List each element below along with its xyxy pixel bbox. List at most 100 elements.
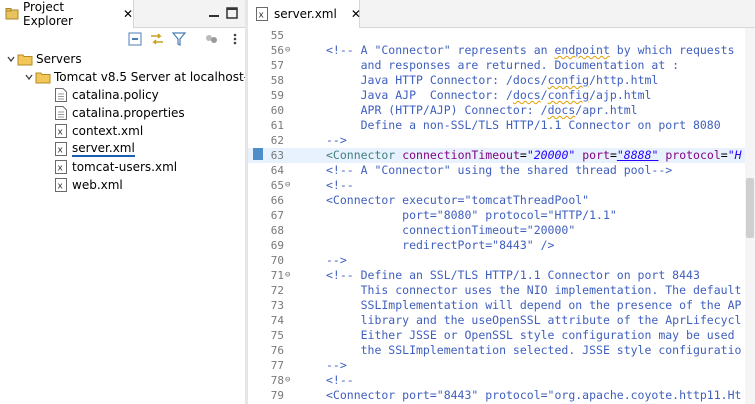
tree-item-label: context.xml <box>72 124 144 138</box>
file-icon <box>53 87 69 103</box>
folder-icon <box>17 51 33 67</box>
code-line[interactable]: 67 port="8080" protocol="HTTP/1.1" <box>248 208 755 223</box>
fold-toggle-icon[interactable]: ⊖ <box>285 373 295 388</box>
tree-item[interactable]: catalina.policy <box>41 86 159 104</box>
code-line[interactable]: 68 connectionTimeout="20000" <box>248 223 755 238</box>
code-line[interactable]: 79 <Connector port="8443" protocol="org.a… <box>248 388 755 403</box>
code-line[interactable]: 57 and responses are returned. Documenta… <box>248 58 755 73</box>
tree-item[interactable]: catalina.properties <box>41 104 185 122</box>
svg-text:x: x <box>259 11 265 21</box>
code-text: <!-- A "Connector" represents an endpoin… <box>326 43 735 57</box>
tree-item[interactable]: x server.xml <box>41 140 135 158</box>
line-number: 64 <box>270 164 284 177</box>
editor-tab-label: server.xml <box>274 7 337 21</box>
code-line[interactable]: 59 Java AJP Connector: /docs/config/ajp.… <box>248 88 755 103</box>
code-line[interactable]: 66 <Connector executor="tomcatThreadPool" <box>248 193 755 208</box>
code-text: and responses are returned. Documentatio… <box>326 58 680 72</box>
collapse-all-icon[interactable] <box>126 30 144 48</box>
xml-file-icon: x <box>53 177 69 193</box>
code-line[interactable]: 56 ⊖ <!-- A "Connector" represents an endp… <box>248 43 755 58</box>
code-text: <Connector executor="tomcatThreadPool" <box>326 193 590 207</box>
code-line[interactable]: 65 ⊖ <!-- <box>248 178 755 193</box>
line-number: 59 <box>270 89 284 102</box>
tree-item[interactable]: x context.xml <box>41 122 143 140</box>
line-number: 72 <box>270 284 284 297</box>
code-text: library and the useOpenSSL attribute of … <box>326 313 742 327</box>
server-status-icon[interactable] <box>202 30 220 48</box>
code-text: <!-- Define an SSL/TLS HTTP/1.1 Connecto… <box>326 268 700 282</box>
editor-tabbar: x server.xml ✕ <box>248 0 755 28</box>
code-line[interactable]: 78 ⊖ <!-- <box>248 373 755 388</box>
filter-icon[interactable] <box>170 30 188 48</box>
code-line[interactable]: 58 Java HTTP Connector: /docs/config/htt… <box>248 73 755 88</box>
chevron-down-icon[interactable] <box>5 50 17 68</box>
code-text: This connector uses the NIO implementati… <box>326 283 742 297</box>
code-line[interactable]: 60 APR (HTTP/AJP) Connector: /docs/apr.h… <box>248 103 755 118</box>
close-tab-icon[interactable]: ✕ <box>123 7 133 21</box>
code-line[interactable]: 69 redirectPort="8443" /> <box>248 238 755 253</box>
fold-toggle-icon[interactable]: ⊖ <box>285 268 295 283</box>
tree-item-label: web.xml <box>72 178 123 192</box>
line-number: 74 <box>270 314 284 327</box>
code-text: connectionTimeout="20000" <box>326 223 576 237</box>
maximize-icon[interactable] <box>224 5 240 21</box>
tab-server-xml[interactable]: x server.xml ✕ <box>248 0 361 28</box>
line-number: 75 <box>270 329 284 342</box>
code-line[interactable]: 73 SSLImplementation will depend on the … <box>248 298 755 313</box>
link-with-editor-icon[interactable] <box>148 30 166 48</box>
line-number: 68 <box>270 224 284 237</box>
code-text: --> <box>326 133 347 147</box>
project-explorer-tabbar: Project Explorer ✕ <box>0 0 245 28</box>
tree-item-label: catalina.properties <box>72 106 185 120</box>
code-editor[interactable]: 55 56 ⊖ <!-- A "Connector" represents an en… <box>248 28 755 404</box>
code-line[interactable]: 76 the SSLImplementation selected. JSSE … <box>248 343 755 358</box>
xml-file-icon: x <box>53 159 69 175</box>
code-line[interactable]: 71 ⊖ <!-- Define an SSL/TLS HTTP/1.1 Conne… <box>248 268 755 283</box>
line-number: 73 <box>270 299 284 312</box>
code-line[interactable]: 77 --> <box>248 358 755 373</box>
tab-project-explorer[interactable]: Project Explorer ✕ <box>0 0 134 28</box>
minimize-icon[interactable] <box>206 5 222 21</box>
line-number: 66 <box>270 194 284 207</box>
tree-item-label: Tomcat v8.5 Server at localhost-con <box>54 70 270 84</box>
code-line[interactable]: 70 --> <box>248 253 755 268</box>
change-marker <box>253 148 263 160</box>
tree-item[interactable]: Servers <box>5 50 82 68</box>
code-line[interactable]: 63 <Connector connectionTimeout="20000" p… <box>248 148 755 163</box>
code-line[interactable]: 74 library and the useOpenSSL attribute … <box>248 313 755 328</box>
tree-item[interactable]: x tomcat-users.xml <box>41 158 177 176</box>
code-text: <Connector connectionTimeout="20000" por… <box>326 148 742 162</box>
fold-toggle-icon[interactable]: ⊖ <box>285 178 295 193</box>
code-line[interactable]: 62 --> <box>248 133 755 148</box>
code-text: --> <box>326 253 347 267</box>
line-number: 78 <box>270 374 284 387</box>
xml-file-icon: x <box>53 123 69 139</box>
code-line[interactable]: 55 <box>248 28 755 43</box>
code-text: port="8080" protocol="HTTP/1.1" <box>326 208 617 222</box>
vertical-scrollbar[interactable] <box>745 28 755 404</box>
code-line[interactable]: 61 Define a non-SSL/TLS HTTP/1.1 Connect… <box>248 118 755 133</box>
fold-toggle-icon[interactable]: ⊖ <box>285 43 295 58</box>
code-text: APR (HTTP/AJP) Connector: /docs/apr.html <box>326 103 638 117</box>
line-number: 79 <box>270 389 284 402</box>
tree-item[interactable]: x web.xml <box>41 176 123 194</box>
line-number: 69 <box>270 239 284 252</box>
code-text: the SSLImplementation selected. JSSE sty… <box>326 343 742 357</box>
code-line[interactable]: 64 <!-- A "Connector" using the shared th… <box>248 163 755 178</box>
code-text: --> <box>326 358 347 372</box>
tree-item[interactable]: Tomcat v8.5 Server at localhost-con <box>23 68 270 86</box>
view-menu-icon[interactable] <box>226 30 244 48</box>
code-line[interactable]: 75 Either JSSE or OpenSSL style configur… <box>248 328 755 343</box>
tree-item-label: Servers <box>36 52 82 66</box>
scrollbar-thumb[interactable] <box>746 178 754 238</box>
code-text: <!-- <box>326 373 354 387</box>
code-line[interactable]: 72 This connector uses the NIO implement… <box>248 283 755 298</box>
tree-item-label: catalina.policy <box>72 88 159 102</box>
close-tab-icon[interactable]: ✕ <box>351 7 361 21</box>
chevron-down-icon[interactable] <box>23 68 35 86</box>
